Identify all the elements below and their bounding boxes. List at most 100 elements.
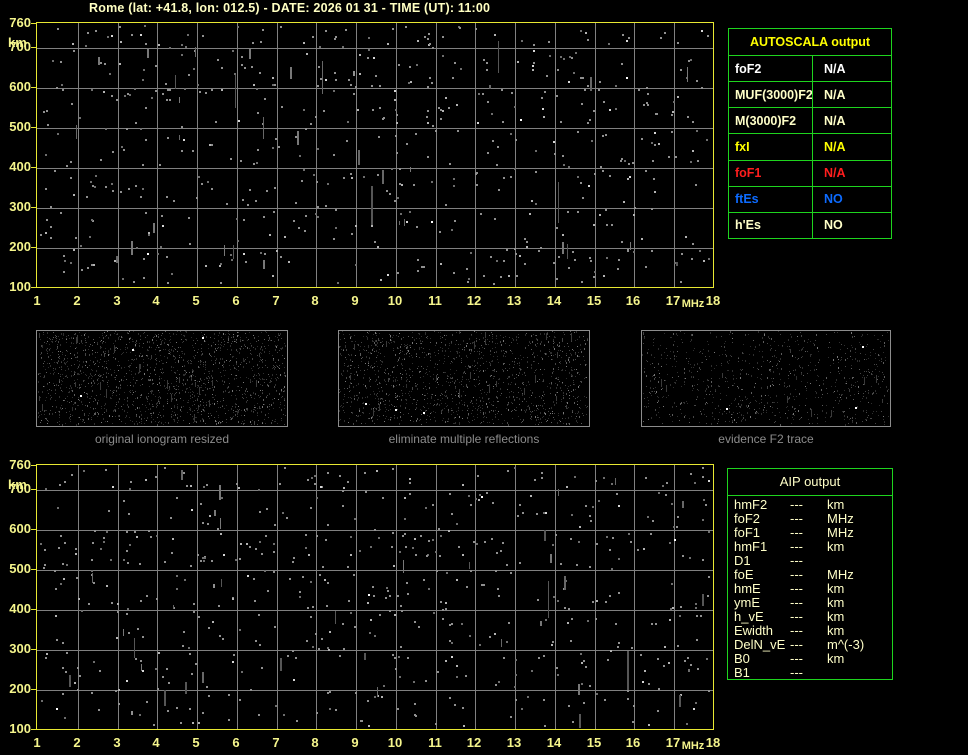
thumb-noise-dot [52, 413, 53, 415]
noise-dot [677, 516, 679, 518]
thumb-noise-dot [83, 361, 84, 363]
noise-dot [370, 619, 372, 621]
noise-dot [192, 722, 194, 724]
thumb-noise-dot [867, 334, 868, 335]
thumb-noise-dot [519, 404, 520, 405]
thumb-noise-dot [565, 418, 566, 419]
thumb-noise-dot [222, 358, 223, 360]
noise-dot [527, 696, 529, 698]
noise-streak [181, 470, 183, 480]
thumb-noise-dot [152, 379, 153, 381]
noise-dot [320, 486, 322, 488]
noise-dot [342, 505, 344, 507]
thumb-noise-dot [250, 379, 251, 381]
thumb-noise-dot [69, 338, 70, 339]
thumb-noise-dot [271, 378, 272, 379]
thumb-noise-dot [134, 359, 135, 360]
thumb-noise-dot [276, 391, 277, 392]
x-axis-label: 7 [272, 735, 280, 750]
thumb-noise-dot [403, 414, 404, 415]
thumb-noise-dot [151, 417, 152, 418]
thumb-noise-dot [194, 357, 195, 359]
thumb-noise-dot [262, 406, 263, 408]
thumb-noise-dot [467, 417, 468, 419]
thumb-noise-dot [237, 413, 238, 415]
thumb-noise-dot [701, 413, 702, 415]
thumb-noise-dot [534, 410, 535, 411]
thumb-noise-dot [265, 423, 266, 424]
thumb-noise-streak [77, 335, 78, 343]
noise-dot [645, 477, 647, 479]
thumb-noise-dot [213, 342, 214, 343]
noise-dot [312, 646, 314, 648]
thumb-noise-dot [236, 361, 237, 363]
thumb-noise-dot [283, 388, 284, 389]
thumb-noise-dot [442, 385, 443, 386]
thumb-noise-dot [271, 381, 272, 382]
thumb-noise-dot [439, 360, 440, 361]
thumb-noise-dot [277, 337, 278, 338]
thumb-noise-dot [237, 409, 238, 410]
thumb-noise-dot [742, 400, 743, 401]
thumb-noise-dot [426, 422, 427, 423]
thumb-noise-dot [228, 331, 229, 332]
thumb-noise-dot [404, 354, 405, 355]
thumb-noise-dot [503, 340, 504, 342]
thumb-noise-dot [221, 376, 222, 377]
thumb-noise-dot [214, 417, 215, 418]
noise-dot [91, 570, 93, 572]
thumb-noise-dot [585, 377, 586, 378]
thumb-noise-dot [344, 388, 345, 389]
thumb-noise-dot [64, 358, 65, 360]
thumb-noise-dot [395, 379, 396, 381]
thumb-noise-dot [858, 393, 859, 394]
thumb-noise-dot [341, 405, 342, 406]
thumb-noise-dot [562, 369, 563, 371]
thumb-noise-dot [559, 381, 560, 382]
thumb-noise-dot [242, 421, 243, 422]
thumb-noise-dot [578, 411, 579, 413]
thumb-noise-dot [761, 402, 762, 403]
thumb-noise-dot [572, 375, 573, 377]
thumb-noise-dot [262, 359, 263, 360]
thumb-noise-dot [197, 381, 198, 382]
thumb-noise-dot [537, 415, 538, 416]
thumb-noise-dot [492, 419, 493, 420]
thumb-noise-dot [415, 383, 416, 384]
thumb-noise-dot [489, 411, 490, 413]
thumb-noise-dot [147, 417, 148, 419]
thumb-noise-dot [130, 338, 131, 339]
noise-dot [189, 708, 191, 710]
thumb-noise-dot [59, 424, 60, 425]
thumb-noise-dot [59, 412, 60, 413]
thumb-noise-dot [495, 410, 496, 411]
thumb-noise-dot [572, 410, 573, 412]
noise-dot [183, 631, 185, 633]
thumb-noise-dot [448, 356, 449, 357]
noise-dot [238, 487, 240, 489]
thumb-noise-streak [106, 389, 107, 398]
thumb-noise-dot [354, 395, 355, 397]
thumb-noise-dot [550, 387, 551, 389]
thumb-noise-dot [254, 337, 255, 339]
thumb-noise-dot [139, 355, 140, 357]
thumb-noise-dot [850, 350, 851, 352]
thumb-noise-dot [429, 371, 430, 372]
thumb-noise-dot [508, 403, 509, 405]
thumb-noise-dot [206, 402, 207, 403]
thumb-noise-dot [549, 351, 550, 352]
thumb-noise-dot [366, 387, 367, 389]
thumb-noise-dot [55, 389, 56, 391]
noise-streak [558, 489, 559, 496]
thumb-noise-dot [85, 338, 86, 339]
thumb-noise-dot [672, 421, 673, 422]
thumb-noise-dot [423, 376, 424, 377]
thumb-noise-dot [281, 391, 282, 392]
noise-dot [66, 564, 68, 566]
thumb-noise-dot [276, 346, 277, 348]
thumb-noise-dot [475, 365, 476, 366]
thumb-noise-dot [82, 421, 83, 422]
thumb-noise-dot [505, 356, 506, 357]
thumb-noise-dot [56, 362, 57, 363]
noise-dot [695, 702, 697, 704]
